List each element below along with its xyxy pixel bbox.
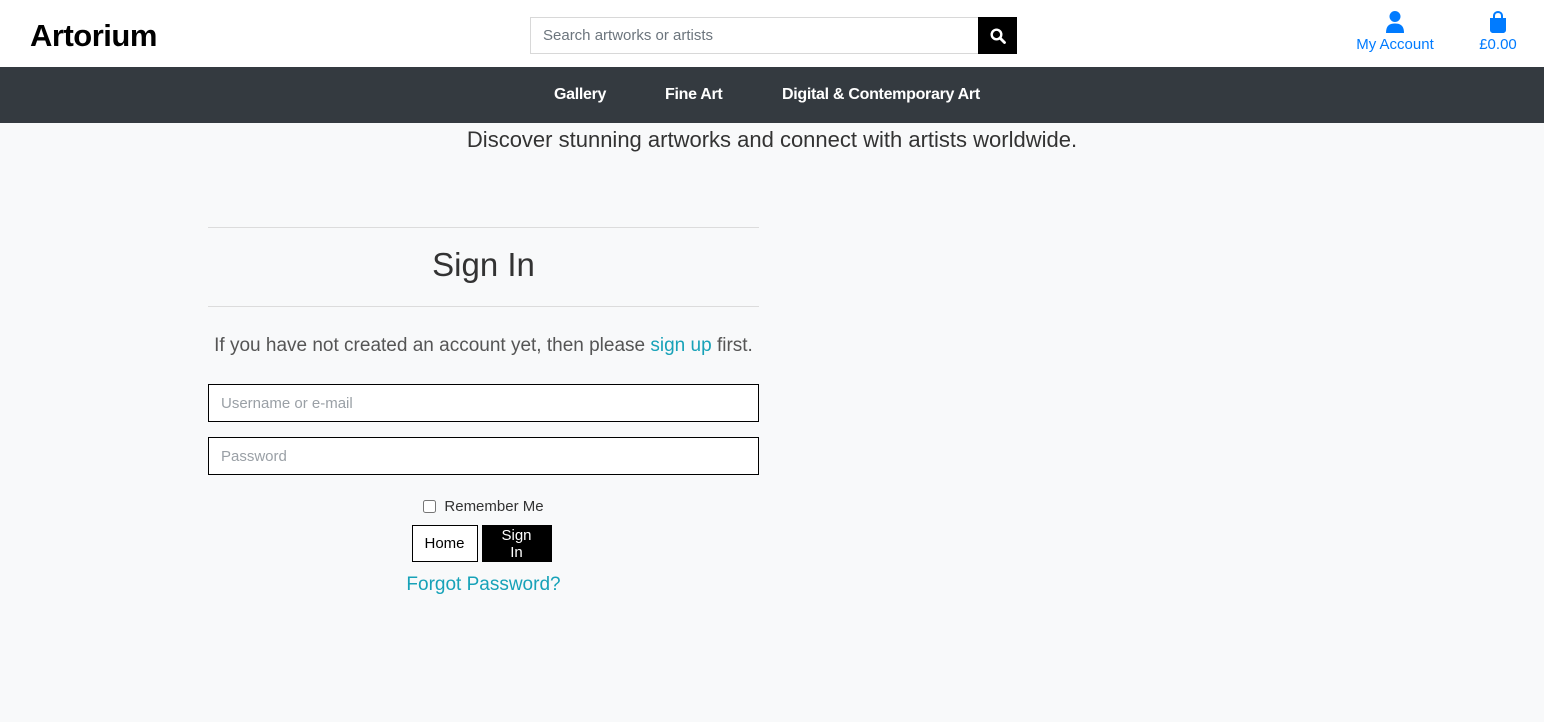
nav-item-gallery[interactable]: Gallery (554, 86, 606, 104)
shopping-bag-icon (1468, 10, 1528, 36)
button-row: Home Sign In (204, 525, 759, 562)
signup-prompt-end: first. (716, 335, 753, 356)
signin-title: Sign In (432, 246, 535, 283)
my-account-label: My Account (1356, 36, 1434, 53)
signup-prompt-text: If you have not created an account yet, … (214, 335, 646, 356)
user-icon (1345, 10, 1445, 36)
divider-bottom (208, 306, 759, 307)
bag-total: £0.00 (1479, 36, 1517, 53)
remember-me-checkbox[interactable] (423, 499, 437, 513)
nav-item-fine-art[interactable]: Fine Art (665, 86, 723, 104)
search-input[interactable] (530, 17, 978, 54)
signup-link[interactable]: sign up (650, 335, 711, 356)
search-form (530, 17, 1017, 54)
site-header: Artorium My Account £0.00 (0, 0, 1544, 67)
tagline: Discover stunning artworks and connect w… (466, 127, 1078, 152)
search-icon (989, 27, 1006, 44)
remember-me[interactable]: Remember Me (208, 496, 759, 516)
my-account-link[interactable]: My Account (1345, 10, 1445, 53)
signin-button[interactable]: Sign In (481, 525, 552, 562)
signup-prompt: If you have not created an account yet, … (208, 335, 759, 359)
nav-item-digital-contemporary-art[interactable]: Digital & Contemporary Art (782, 86, 980, 104)
remember-me-label: Remember Me (444, 497, 544, 515)
main-nav: Gallery Fine Art Digital & Contemporary … (0, 67, 1544, 123)
search-button[interactable] (978, 17, 1017, 54)
site-logo[interactable]: Artorium (30, 17, 157, 55)
forgot-password-link[interactable]: Forgot Password? (208, 574, 759, 596)
shopping-bag-link[interactable]: £0.00 (1468, 10, 1528, 53)
username-field[interactable] (208, 384, 759, 422)
home-button[interactable]: Home (411, 525, 478, 562)
password-field[interactable] (208, 437, 759, 475)
signin-panel: Sign In If you have not created an accou… (208, 227, 759, 596)
